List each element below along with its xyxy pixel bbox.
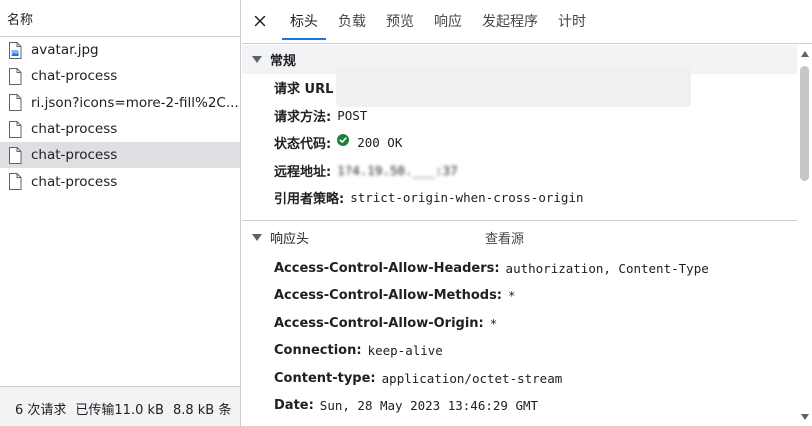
summary-status-bar: 6 次请求 已传输11.0 kB 8.8 kB 条 (0, 386, 240, 426)
request-list-panel: 名称 avatar.jpg chat-process ri.json?icons (0, 0, 241, 426)
response-header-row: Connection: keep-alive (242, 337, 797, 365)
response-header-row: Content-type: application/octet-stream (242, 365, 797, 393)
general-section-title: 常规 (270, 54, 297, 69)
header-name: Access-Control-Allow-Origin: (274, 315, 484, 331)
request-item-chat-process[interactable]: chat-process (0, 116, 240, 142)
header-value: application/octet-stream (381, 370, 563, 386)
referrer-policy-row: 引用者策略: strict-origin-when-cross-origin (242, 184, 797, 212)
request-item-name: ri.json?icons=more-2-fill%2C... (31, 94, 239, 111)
name-column-header[interactable]: 名称 (0, 0, 240, 37)
request-list: avatar.jpg chat-process ri.json?icons=mo… (0, 37, 240, 195)
expand-triangle-icon (252, 56, 262, 63)
scroll-up-arrow-icon[interactable] (801, 51, 809, 57)
transferred-size: 已传输11.0 kB (75, 403, 164, 418)
redacted-url-overlay (336, 67, 691, 107)
response-header-row: Access-Control-Allow-Origin: * (242, 310, 797, 338)
referrer-policy-label: 引用者策略: (274, 192, 345, 208)
request-item-name: chat-process (31, 68, 118, 85)
file-icon (9, 173, 22, 191)
header-value: * (489, 315, 498, 331)
tab-payload[interactable]: 负载 (328, 0, 376, 43)
tab-timing[interactable]: 计时 (548, 0, 596, 43)
resource-size: 8.8 kB 条 (172, 403, 232, 418)
request-item-chat-process[interactable]: chat-process (0, 168, 240, 194)
tab-headers[interactable]: 标头 (280, 0, 328, 43)
request-item-name: avatar.jpg (31, 42, 99, 59)
request-item-name: chat-process (31, 121, 118, 138)
file-icon (9, 94, 22, 112)
request-item-avatar[interactable]: avatar.jpg (0, 37, 240, 63)
response-headers-section-header[interactable]: 响应头 查看源 (242, 221, 797, 255)
status-code-label: 状态代码: (274, 137, 332, 153)
remote-address-value: 1?4.19.50.___:37 (337, 162, 458, 178)
tab-initiator[interactable]: 发起程序 (472, 0, 548, 43)
header-value: Sun, 28 May 2023 13:46:29 GMT (319, 398, 539, 414)
headers-content: 常规 请求 URL 请求方法: POST 状态代码: 200 OK 远程地址: … (242, 45, 797, 426)
vertical-scrollbar[interactable] (797, 45, 812, 426)
referrer-policy-value: strict-origin-when-cross-origin (350, 190, 584, 206)
remote-address-row: 远程地址: 1?4.19.50.___:37 (242, 157, 797, 185)
close-icon[interactable] (252, 13, 268, 29)
header-name: Access-Control-Allow-Methods: (274, 288, 503, 304)
status-ok-icon (337, 133, 350, 146)
response-headers-title: 响应头 (270, 232, 310, 247)
request-item-name: chat-process (31, 173, 118, 190)
request-item-ri-json[interactable]: ri.json?icons=more-2-fill%2C... (0, 90, 240, 116)
header-value: * (508, 288, 516, 304)
status-code-row: 状态代码: 200 OK (242, 129, 797, 157)
response-header-row: Date: Sun, 28 May 2023 13:46:29 GMT (242, 392, 797, 420)
file-icon (9, 120, 22, 138)
tab-preview[interactable]: 预览 (376, 0, 424, 43)
request-item-chat-process-selected[interactable]: chat-process (0, 142, 240, 169)
request-count: 6 次请求 (15, 403, 67, 418)
request-method-label: 请求方法: (274, 109, 332, 125)
response-header-row: Access-Control-Allow-Headers: authorizat… (242, 255, 797, 283)
remote-address-label: 远程地址: (274, 164, 332, 180)
details-tabs: 标头 负载 预览 响应 发起程序 计时 (280, 0, 596, 43)
file-icon (9, 67, 22, 85)
request-method-value: POST (337, 107, 368, 123)
header-value: authorization, Content-Type (505, 260, 709, 276)
request-item-chat-process[interactable]: chat-process (0, 63, 240, 89)
header-value: keep-alive (367, 343, 443, 359)
request-url-label: 请求 URL (274, 82, 334, 98)
tab-response[interactable]: 响应 (424, 0, 472, 43)
response-header-row: Access-Control-Allow-Methods: * (242, 282, 797, 310)
request-item-name: chat-process (31, 147, 118, 164)
header-name: Connection: (274, 343, 362, 359)
status-code-value: 200 OK (357, 135, 403, 151)
header-name: Date: (274, 398, 314, 414)
file-icon (9, 146, 22, 164)
view-source-link[interactable]: 查看源 (485, 228, 524, 247)
details-tabbar: 标头 负载 预览 响应 发起程序 计时 (242, 0, 812, 44)
image-file-icon (9, 41, 22, 59)
scrollbar-thumb[interactable] (800, 66, 809, 181)
header-name: Content-type: (274, 370, 376, 386)
request-details-panel: 标头 负载 预览 响应 发起程序 计时 常规 请求 URL 请求方法: POST… (242, 0, 812, 426)
scroll-down-arrow-icon[interactable] (801, 414, 809, 420)
header-name: Access-Control-Allow-Headers: (274, 260, 500, 276)
expand-triangle-icon (252, 234, 262, 241)
